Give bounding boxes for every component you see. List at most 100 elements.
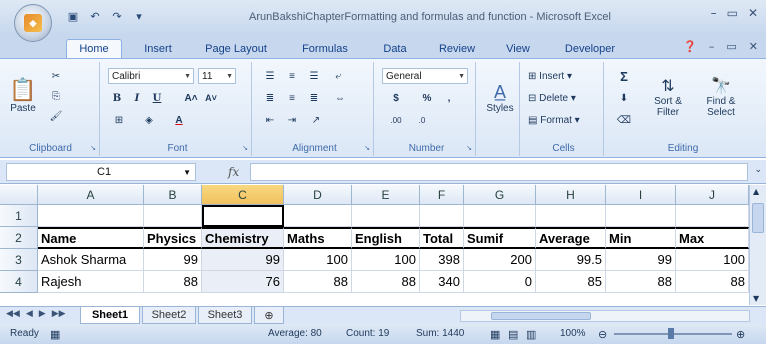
undo-icon[interactable]: ↶	[86, 8, 104, 24]
cell[interactable]: 398	[420, 249, 464, 271]
ribbon-minimize-icon[interactable]: –	[709, 40, 715, 53]
zoom-in-icon[interactable]: ⊕	[736, 328, 745, 341]
delete-cells-button[interactable]: ⊟ Delete ▾	[528, 90, 600, 106]
fill-icon[interactable]: ⬇	[612, 90, 636, 106]
paste-button[interactable]: 📋 Paste	[6, 66, 40, 124]
tab-page-layout[interactable]: Page Layout	[196, 39, 276, 58]
macro-record-icon[interactable]: ▦	[50, 328, 60, 341]
align-left-icon[interactable]: ≣	[260, 90, 280, 106]
sheet-tab-sheet2[interactable]: Sheet2	[142, 307, 196, 324]
normal-view-icon[interactable]: ▦	[490, 328, 500, 341]
alignment-launcher-icon[interactable]: ↘	[364, 144, 370, 152]
column-header[interactable]: B	[144, 185, 202, 205]
cell[interactable]: Physics	[144, 227, 202, 249]
cell[interactable]: Max	[676, 227, 749, 249]
zoom-slider-handle[interactable]	[668, 328, 674, 339]
horizontal-scrollbar[interactable]	[460, 310, 750, 322]
cell[interactable]: 99	[606, 249, 676, 271]
clipboard-launcher-icon[interactable]: ↘	[90, 144, 96, 152]
clear-icon[interactable]: ⌫	[612, 112, 636, 128]
save-icon[interactable]: ▣	[64, 8, 82, 24]
redo-icon[interactable]: ↷	[108, 8, 126, 24]
row-header[interactable]: 4	[0, 271, 38, 293]
zoom-level[interactable]: 100%	[560, 328, 586, 339]
sheet-tab-sheet1[interactable]: Sheet1	[80, 307, 140, 324]
scroll-thumb[interactable]	[752, 203, 764, 233]
underline-button[interactable]: U	[148, 90, 166, 106]
next-sheet-icon[interactable]: ▶	[39, 309, 46, 319]
copy-icon[interactable]: ⎘	[48, 88, 64, 104]
cell[interactable]	[536, 205, 606, 227]
scroll-up-icon[interactable]: ▲	[753, 187, 759, 196]
insert-sheet-icon[interactable]: ⊕	[254, 307, 284, 324]
decrease-decimal-button[interactable]: .0	[410, 112, 434, 128]
name-box[interactable]: C1 ▼	[6, 163, 196, 181]
cell[interactable]: 76	[202, 271, 284, 293]
cell[interactable]: 85	[536, 271, 606, 293]
cell[interactable]	[464, 205, 536, 227]
styles-button[interactable]: A̲ Styles	[482, 68, 518, 128]
column-header[interactable]: J	[676, 185, 749, 205]
cell[interactable]: 99	[202, 249, 284, 271]
cell[interactable]: Chemistry	[202, 227, 284, 249]
cell[interactable]: 88	[676, 271, 749, 293]
column-header[interactable]: D	[284, 185, 352, 205]
align-center-icon[interactable]: ≡	[282, 90, 302, 106]
find-select-button[interactable]: 🔭 Find & Select	[696, 66, 746, 128]
scroll-thumb[interactable]	[491, 312, 591, 320]
close-icon[interactable]: ✕	[748, 6, 758, 20]
help-icon[interactable]: ❓	[683, 40, 697, 53]
column-header[interactable]: H	[536, 185, 606, 205]
ribbon-restore-icon[interactable]: ▭	[726, 40, 736, 53]
cell[interactable]: Min	[606, 227, 676, 249]
format-cells-button[interactable]: ▤ Format ▾	[528, 112, 600, 128]
increase-decimal-button[interactable]: .00	[384, 112, 408, 128]
tab-home[interactable]: Home	[66, 39, 122, 58]
autosum-icon[interactable]: Σ	[612, 68, 636, 84]
row-header[interactable]: 1	[0, 205, 38, 227]
cell[interactable]: Rajesh	[38, 271, 144, 293]
increase-indent-icon[interactable]: ⇥	[282, 112, 302, 128]
font-color-icon[interactable]: A	[168, 112, 190, 128]
cell[interactable]	[420, 205, 464, 227]
cell[interactable]: 99.5	[536, 249, 606, 271]
minimize-icon[interactable]: –	[711, 6, 717, 20]
cell[interactable]: 200	[464, 249, 536, 271]
align-bottom-icon[interactable]: ☰	[304, 68, 324, 84]
align-right-icon[interactable]: ≣	[304, 90, 324, 106]
cut-icon[interactable]: ✂	[48, 68, 64, 84]
tab-view[interactable]: View	[496, 39, 540, 58]
cell[interactable]: 100	[676, 249, 749, 271]
cell[interactable]: 88	[284, 271, 352, 293]
column-header[interactable]: E	[352, 185, 420, 205]
cell[interactable]: 88	[606, 271, 676, 293]
column-header[interactable]: A	[38, 185, 144, 205]
cell[interactable]	[144, 205, 202, 227]
last-sheet-icon[interactable]: ▶▶	[52, 309, 66, 319]
number-launcher-icon[interactable]: ↘	[466, 144, 472, 152]
align-middle-icon[interactable]: ≡	[282, 68, 302, 84]
formula-input[interactable]	[250, 163, 748, 181]
decrease-indent-icon[interactable]: ⇤	[260, 112, 280, 128]
first-sheet-icon[interactable]: ◀◀	[6, 309, 20, 319]
tab-review[interactable]: Review	[430, 39, 484, 58]
tab-insert[interactable]: Insert	[132, 39, 184, 58]
cell[interactable]	[676, 205, 749, 227]
column-header[interactable]: F	[420, 185, 464, 205]
column-header[interactable]: C	[202, 185, 284, 205]
comma-button[interactable]: ,	[440, 90, 458, 106]
merge-center-icon[interactable]: ⇔	[328, 90, 352, 106]
scroll-down-icon[interactable]: ▼	[753, 294, 759, 303]
cell[interactable]: 100	[284, 249, 352, 271]
align-top-icon[interactable]: ☰	[260, 68, 280, 84]
font-launcher-icon[interactable]: ↘	[242, 144, 248, 152]
select-all-corner[interactable]	[0, 185, 38, 205]
cell[interactable]: 340	[420, 271, 464, 293]
wrap-text-icon[interactable]: ⤶	[328, 68, 348, 84]
restore-icon[interactable]: ▭	[727, 6, 738, 20]
expand-formula-icon[interactable]: ⌄	[754, 165, 762, 175]
cell[interactable]: 88	[352, 271, 420, 293]
borders-icon[interactable]: ⊞	[108, 112, 130, 128]
column-header[interactable]: I	[606, 185, 676, 205]
cell[interactable]: 99	[144, 249, 202, 271]
